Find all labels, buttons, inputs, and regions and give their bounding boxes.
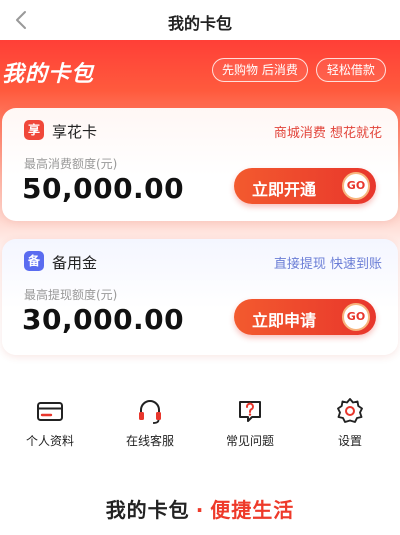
footer-left: 我的卡包 bbox=[105, 498, 190, 522]
card-amount-label: 最高消费额度(元) bbox=[24, 157, 118, 171]
headset-icon bbox=[139, 400, 161, 424]
button-label: 立即开通 bbox=[252, 180, 317, 199]
card-beiyongjin[interactable]: 备 备用金 直接提现 快速到账 最高提现额度(元) 30,000.00 立即申请… bbox=[2, 239, 398, 355]
card-amount: 30,000.00 bbox=[22, 303, 185, 336]
hero-tag-easy-loan: 轻松借款 bbox=[315, 58, 386, 82]
quick-menu: 个人资料 在线客服 常见问题 设置 bbox=[0, 380, 400, 460]
button-label: 立即申请 bbox=[252, 311, 317, 330]
menu-label: 设置 bbox=[337, 434, 362, 448]
question-icon bbox=[239, 401, 261, 422]
menu-item-profile[interactable]: 个人资料 bbox=[5, 380, 95, 460]
card-xianghua[interactable]: 享 享花卡 商城消费 想花就花 最高消费额度(元) 50,000.00 立即开通… bbox=[2, 108, 398, 221]
menu-label: 个人资料 bbox=[25, 434, 74, 448]
card-amount: 50,000.00 bbox=[22, 172, 185, 205]
beiyongjin-logo-icon: 备 bbox=[24, 251, 44, 271]
open-now-button[interactable]: 立即开通 GO bbox=[234, 168, 376, 204]
top-nav-bar: 我的卡包 bbox=[0, 0, 400, 40]
card-slogan: 商城消费 想花就花 bbox=[273, 126, 382, 141]
card-icon bbox=[37, 402, 63, 421]
xianghua-logo-icon: 享 bbox=[24, 120, 44, 140]
card-name: 享花卡 bbox=[52, 123, 98, 141]
hero-title: 我的卡包 bbox=[2, 62, 95, 87]
gear-icon bbox=[337, 398, 363, 423]
card-name: 备用金 bbox=[52, 254, 98, 272]
hero-tags: 先购物 后消费 轻松借款 bbox=[212, 58, 386, 82]
menu-label: 常见问题 bbox=[225, 434, 274, 448]
menu-item-online-service[interactable]: 在线客服 bbox=[105, 380, 195, 460]
footer-right: 便捷生活 bbox=[210, 498, 295, 522]
card-slogan: 直接提现 快速到账 bbox=[273, 257, 382, 272]
menu-label: 在线客服 bbox=[125, 434, 174, 448]
footer-slogan: 我的卡包 · 便捷生活 bbox=[0, 494, 400, 523]
go-icon: GO bbox=[342, 172, 370, 200]
menu-item-faq[interactable]: 常见问题 bbox=[205, 380, 295, 460]
hero-tag-shop-first: 先购物 后消费 bbox=[212, 58, 308, 82]
footer-separator: · bbox=[195, 498, 205, 522]
menu-item-settings[interactable]: 设置 bbox=[305, 380, 395, 460]
page-title: 我的卡包 bbox=[167, 14, 232, 33]
go-icon: GO bbox=[342, 303, 370, 331]
apply-now-button[interactable]: 立即申请 GO bbox=[234, 299, 376, 335]
card-amount-label: 最高提现额度(元) bbox=[24, 288, 118, 302]
